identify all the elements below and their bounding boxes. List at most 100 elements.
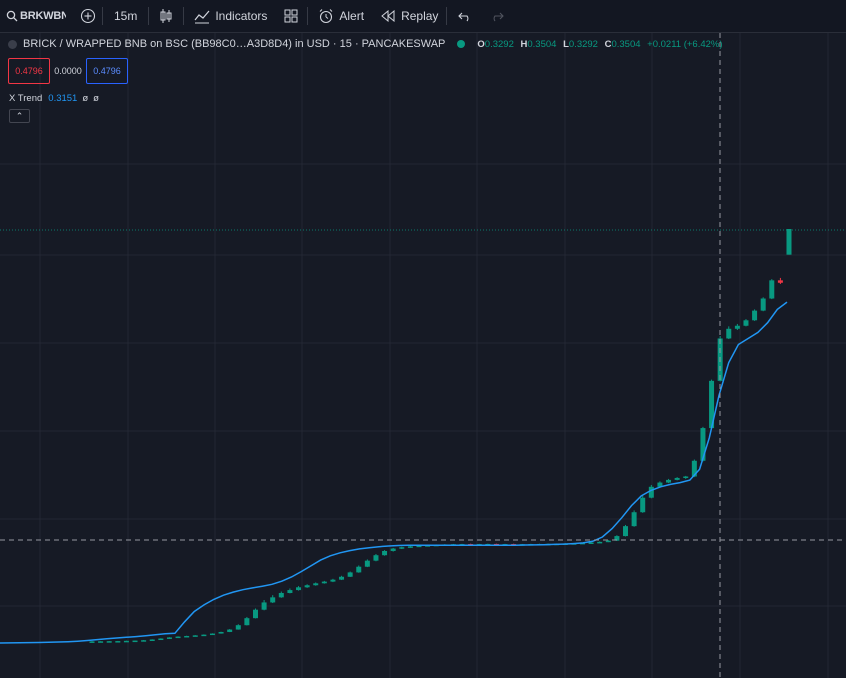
candle-body bbox=[141, 640, 147, 642]
change-value: +0.0211 (+6.42%) bbox=[647, 38, 723, 50]
buy-button[interactable]: 0.4796 bbox=[86, 58, 128, 84]
candle-body bbox=[149, 639, 155, 641]
symbol-label: BRKWBNB bbox=[20, 10, 66, 22]
candle-body bbox=[227, 629, 233, 632]
candle-body bbox=[261, 602, 267, 610]
candle-body bbox=[98, 641, 104, 643]
candle-body bbox=[743, 320, 749, 326]
redo-button[interactable] bbox=[481, 0, 513, 33]
candles-icon bbox=[158, 8, 174, 24]
spread-value: 0.0000 bbox=[54, 66, 82, 76]
undo-icon bbox=[457, 8, 473, 24]
indicator-extra-1: ø bbox=[82, 93, 89, 104]
candle-body bbox=[648, 486, 654, 498]
candle-body bbox=[313, 583, 319, 586]
candle-body bbox=[270, 597, 276, 603]
candle-body bbox=[321, 581, 327, 584]
candle-body bbox=[356, 566, 362, 573]
symbol-title[interactable]: BRICK / WRAPPED BNB on BSC (BB98C0…A3D8D… bbox=[23, 38, 445, 50]
alarm-clock-icon bbox=[318, 8, 334, 24]
candle-body bbox=[184, 635, 190, 638]
chart-type-button[interactable] bbox=[149, 0, 183, 33]
candle-body bbox=[726, 328, 732, 339]
candle-body bbox=[666, 479, 672, 483]
high-value: 0.3504 bbox=[527, 38, 557, 50]
candle-body bbox=[777, 280, 783, 283]
replay-button[interactable]: Replay bbox=[372, 0, 446, 33]
candle-body bbox=[192, 635, 198, 637]
indicator-name: X Trend bbox=[9, 93, 43, 104]
market-status-icon bbox=[457, 40, 466, 48]
candle-body bbox=[218, 631, 224, 634]
candle-body bbox=[390, 548, 396, 551]
candle-body bbox=[330, 579, 336, 582]
candle-body bbox=[209, 633, 215, 636]
price-chart[interactable] bbox=[0, 33, 846, 678]
candle-body bbox=[235, 625, 241, 630]
candle-body bbox=[683, 476, 689, 479]
candle-body bbox=[760, 298, 766, 311]
low-value: 0.3292 bbox=[568, 38, 598, 50]
symbol-logo-icon bbox=[8, 39, 17, 49]
alert-label: Alert bbox=[339, 9, 365, 23]
candle-body bbox=[166, 637, 172, 639]
candle-body bbox=[631, 512, 637, 527]
candle-body bbox=[287, 590, 293, 593]
indicator-value: 0.3151 bbox=[48, 93, 78, 104]
candle-body bbox=[252, 609, 258, 619]
chart-legend: BRICK / WRAPPED BNB on BSC (BB98C0…A3D8D… bbox=[8, 38, 727, 50]
candle-body bbox=[786, 229, 792, 255]
open-key: O bbox=[477, 38, 485, 50]
candle-body bbox=[605, 540, 611, 543]
candle-body bbox=[158, 638, 164, 641]
candle-body bbox=[106, 641, 112, 643]
candle-body bbox=[339, 576, 345, 580]
candle-body bbox=[364, 560, 370, 567]
compare-symbol-button[interactable] bbox=[74, 0, 102, 33]
alert-button[interactable]: Alert bbox=[308, 0, 372, 33]
redo-icon bbox=[489, 8, 505, 24]
candle-body bbox=[769, 280, 775, 299]
candle-body bbox=[244, 618, 250, 626]
candle-body bbox=[278, 592, 284, 598]
candle-body bbox=[734, 325, 740, 329]
candle-body bbox=[588, 542, 594, 544]
indicator-legend[interactable]: X Trend 0.3151 ø ø bbox=[9, 93, 99, 104]
collapse-legend-button[interactable]: ⌃ bbox=[9, 109, 30, 123]
candle-body bbox=[752, 310, 758, 321]
ohlc-values: O0.3292 H0.3504 L0.3292 C0.3504 +0.0211 … bbox=[477, 39, 726, 50]
candle-body bbox=[623, 526, 629, 537]
replay-label: Replay bbox=[401, 9, 439, 23]
open-value: 0.3292 bbox=[484, 38, 514, 50]
interval-button[interactable]: 15m bbox=[103, 0, 148, 33]
candle-body bbox=[640, 497, 646, 513]
candle-body bbox=[175, 636, 181, 639]
candle-body bbox=[123, 640, 129, 643]
grid-icon bbox=[283, 8, 299, 24]
candle-body bbox=[89, 641, 95, 643]
undo-button[interactable] bbox=[447, 0, 481, 33]
layouts-button[interactable] bbox=[275, 0, 307, 33]
candle-body bbox=[674, 477, 680, 480]
x-trend-line bbox=[0, 301, 788, 644]
indicators-button[interactable]: Indicators bbox=[184, 0, 275, 33]
candle-body bbox=[304, 585, 310, 588]
search-icon bbox=[6, 8, 18, 24]
candle-body bbox=[132, 640, 138, 643]
symbol-search[interactable]: BRKWBNB bbox=[0, 0, 74, 33]
plus-circle-icon bbox=[80, 8, 96, 24]
candle-body bbox=[597, 541, 603, 544]
sell-button[interactable]: 0.4796 bbox=[8, 58, 50, 84]
indicator-extra-2: ø bbox=[93, 93, 99, 104]
candle-body bbox=[296, 587, 302, 591]
top-toolbar: BRKWBNB 15m Indicators Alert Replay bbox=[0, 0, 846, 33]
candle-body bbox=[373, 555, 379, 561]
candle-body bbox=[382, 550, 388, 556]
rewind-icon bbox=[380, 8, 396, 24]
indicators-icon bbox=[194, 8, 210, 24]
candle-body bbox=[407, 546, 413, 548]
candle-body bbox=[201, 634, 207, 637]
candle-body bbox=[347, 572, 353, 577]
close-value: 0.3504 bbox=[611, 38, 641, 50]
candles-series bbox=[89, 229, 792, 643]
